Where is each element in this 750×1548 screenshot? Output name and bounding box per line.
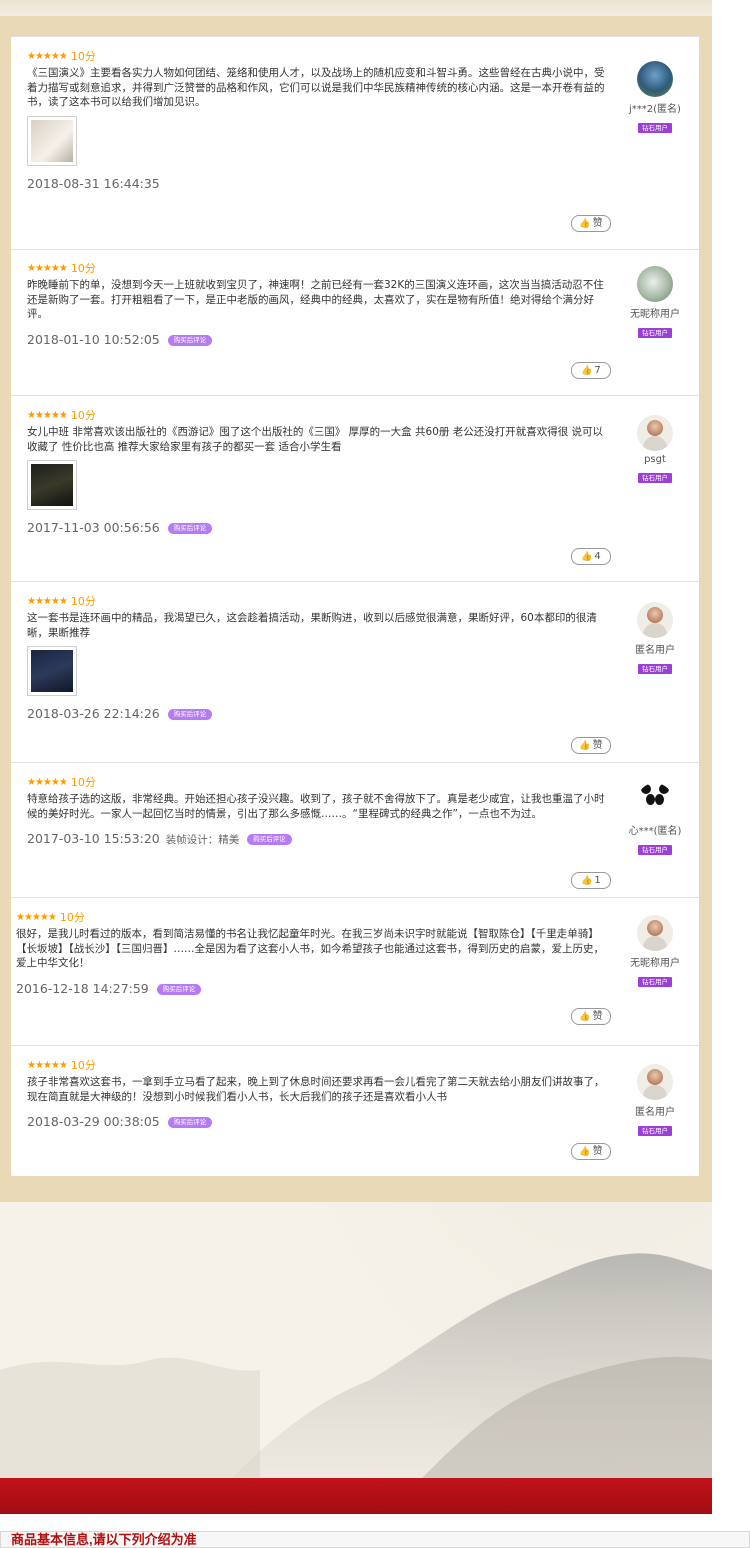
rating-score: 10分: [70, 262, 96, 275]
review-item: ★★★★★ 10分 这一套书是连环画中的精品，我渴望已久，这会趁着搞活动，果断购进…: [11, 582, 699, 763]
thumbs-up-icon: 👍: [581, 876, 593, 886]
member-level-badge: 钻石用户: [638, 1126, 672, 1136]
member-level-badge: 钻石用户: [638, 664, 672, 674]
user-avatar: [637, 1064, 673, 1100]
review-item: ★★★★★ 10分 女儿中班 非常喜欢该出版社的《西游记》囤了这个出版社的《三国》…: [11, 396, 699, 582]
user-avatar: [637, 915, 673, 951]
rating-stars: ★★★★★: [16, 912, 57, 923]
like-count: 1: [594, 875, 601, 886]
user-name: 匿名用户: [635, 645, 675, 656]
rating-stars: ★★★★★: [27, 263, 68, 274]
review-text: 这一套书是连环画中的精品，我渴望已久，这会趁着搞活动，果断购进，收到以后感觉很满…: [27, 612, 597, 639]
rating-score: 10分: [59, 911, 85, 924]
user-name: 无昵称用户: [630, 309, 680, 320]
review-item: ★★★★★ 10分 《三国演义》主要看各实力人物如何团结、笼络和使用人才，以及战场…: [11, 36, 699, 250]
like-count: 4: [594, 551, 601, 562]
like-button[interactable]: 👍 赞: [571, 1008, 611, 1025]
purchased-review-tag: 购买后评论: [167, 709, 213, 720]
review-text: 《三国演义》主要看各实力人物如何团结、笼络和使用人才，以及战场上的随机应变和斗智…: [27, 67, 605, 108]
thumbs-up-icon: 👍: [581, 366, 593, 376]
reviewer-info: psgt 钻石用户: [611, 415, 699, 484]
user-name: 匿名用户: [635, 1107, 675, 1118]
thumbs-up-icon: 👍: [579, 1012, 591, 1022]
reviewer-info: 无昵称用户 钻石用户: [611, 915, 699, 988]
binding-design-rating: 装帧设计：精美: [165, 834, 240, 846]
review-date: 2018-08-31 16:44:35: [27, 175, 160, 191]
review-date: 2017-03-10 15:53:20: [27, 831, 160, 846]
rating-score: 10分: [70, 776, 96, 789]
member-level-badge: 钻石用户: [638, 473, 672, 483]
like-button[interactable]: 👍 7: [571, 362, 611, 379]
user-name: 无昵称用户: [630, 958, 680, 969]
rating-score: 10分: [70, 595, 96, 608]
review-item: ★★★★★ 10分 昨晚睡前下的单，没想到今天一上班就收到宝贝了，神速啊！之前已经…: [11, 249, 699, 396]
review-text: 很好，是我儿时看过的版本，看到简洁易懂的书名让我忆起童年时光。在我三岁尚未识字时…: [16, 928, 604, 969]
user-avatar: [637, 602, 673, 638]
user-avatar: [637, 61, 673, 97]
rating-stars: ★★★★★: [27, 51, 68, 62]
member-level-badge: 钻石用户: [638, 328, 672, 338]
purchased-review-tag: 购买后评论: [167, 523, 213, 534]
rating-stars: ★★★★★: [27, 410, 68, 421]
like-count: 赞: [592, 1146, 603, 1157]
review-photo-thumbnail[interactable]: [27, 460, 77, 510]
thumbs-up-icon: 👍: [579, 741, 591, 751]
reviewer-info: j***2(匿名) 钻石用户: [611, 61, 699, 134]
review-date: 2018-03-26 22:14:26: [27, 706, 160, 721]
like-button[interactable]: 👍 赞: [571, 1143, 611, 1160]
review-item: ★★★★★ 10分 孩子非常喜欢这套书，一拿到手立马看了起来，晚上到了休息时间还要…: [11, 1046, 699, 1176]
rating-score: 10分: [70, 1059, 96, 1072]
reviewer-info: 无昵称用户 钻石用户: [611, 266, 699, 339]
user-avatar: [637, 415, 673, 451]
rating-score: 10分: [70, 50, 96, 63]
thumbs-up-icon: 👍: [579, 1147, 591, 1157]
review-text: 女儿中班 非常喜欢该出版社的《西游记》囤了这个出版社的《三国》 厚厚的一大盒 共…: [27, 426, 604, 453]
user-name: j***2(匿名): [629, 104, 681, 115]
like-button[interactable]: 👍 赞: [571, 215, 611, 232]
rating-stars: ★★★★★: [27, 596, 68, 607]
reviewer-info: 匿名用户 钻石用户: [611, 602, 699, 675]
reviewer-info: 匿名用户 钻石用户: [611, 1064, 699, 1137]
purchased-review-tag: 购买后评论: [167, 334, 213, 346]
like-count: 赞: [592, 740, 603, 751]
like-count: 7: [594, 365, 601, 376]
review-item: ★★★★★ 10分 很好，是我儿时看过的版本，看到简洁易懂的书名让我忆起童年时光。…: [11, 898, 699, 1046]
rating-score: 10分: [70, 409, 96, 422]
member-level-badge: 钻石用户: [638, 123, 672, 133]
thumbs-up-icon: 👍: [579, 219, 591, 229]
user-name: 心***(匿名): [628, 826, 682, 837]
review-date: 2017-11-03 00:56:56: [27, 520, 160, 535]
review-item: ★★★★★ 10分 特意给孩子选的这版，非常经典。开始还担心孩子没兴趣。收到了，孩…: [11, 763, 699, 898]
like-button[interactable]: 👍 1: [571, 872, 611, 889]
like-count: 赞: [592, 218, 603, 229]
review-date: 2018-01-10 10:52:05: [27, 331, 160, 347]
purchased-review-tag: 购买后评论: [247, 834, 292, 845]
reviewer-info: 心***(匿名) 钻石用户: [611, 783, 699, 856]
member-level-badge: 钻石用户: [638, 977, 672, 987]
product-info-header: 商品基本信息,请以下列介绍为准: [0, 1531, 750, 1548]
red-divider-band: [0, 1478, 712, 1514]
review-date: 2018-03-29 00:38:05: [27, 1114, 160, 1129]
rating-stars: ★★★★★: [27, 777, 68, 788]
review-text: 孩子非常喜欢这套书，一拿到手立马看了起来，晚上到了休息时间还要求再看一会儿看完了…: [27, 1076, 605, 1103]
purchased-review-tag: 购买后评论: [156, 983, 202, 995]
paper-top-strip: [0, 0, 712, 16]
user-avatar: [637, 783, 673, 819]
purchased-review-tag: 购买后评论: [167, 1117, 213, 1128]
user-avatar: [637, 266, 673, 302]
rating-stars: ★★★★★: [27, 1060, 68, 1071]
like-button[interactable]: 👍 赞: [571, 737, 611, 754]
user-name: psgt: [644, 454, 666, 465]
thumbs-up-icon: 👍: [581, 552, 593, 562]
review-text: 特意给孩子选的这版，非常经典。开始还担心孩子没兴趣。收到了，孩子就不舍得放下了。…: [27, 793, 605, 820]
review-photo-thumbnail[interactable]: [27, 115, 77, 166]
like-count: 赞: [592, 1011, 603, 1022]
review-text: 昨晚睡前下的单，没想到今天一上班就收到宝贝了，神速啊！之前已经有一套32K的三国…: [27, 279, 604, 320]
like-button[interactable]: 👍 4: [571, 548, 611, 565]
member-level-badge: 钻石用户: [638, 845, 672, 855]
ink-mountains-decoration: [0, 1253, 712, 1480]
review-date: 2016-12-18 14:27:59: [16, 980, 149, 996]
review-list: ★★★★★ 10分 《三国演义》主要看各实力人物如何团结、笼络和使用人才，以及战场…: [11, 36, 699, 1176]
review-photo-thumbnail[interactable]: [27, 646, 77, 696]
